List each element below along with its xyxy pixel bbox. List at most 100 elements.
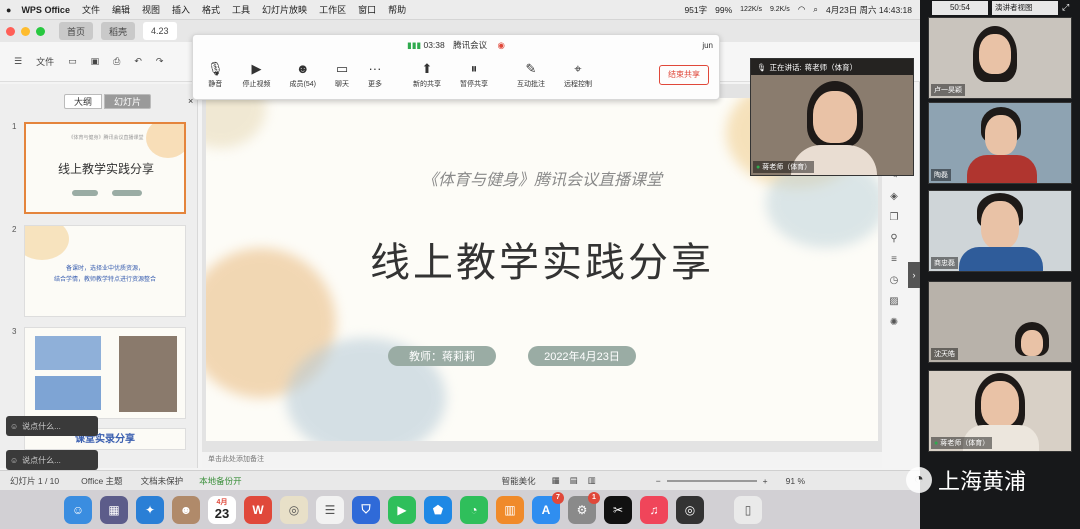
menu-help[interactable]: 帮助 (388, 3, 406, 16)
open-icon[interactable]: ▭ (68, 56, 77, 67)
slide-thumb-2[interactable]: 备课时，选择业中优质资源， 结合学情，教师教学特点进行资源整合 (24, 225, 186, 317)
tab-file[interactable]: 4.23 (143, 22, 177, 40)
sliders-icon[interactable]: ≡ (891, 254, 897, 265)
settings-icon[interactable]: ✺ (890, 317, 898, 328)
slide-thumb-3[interactable] (24, 327, 186, 419)
end-share-button[interactable]: 结束共享 (659, 65, 709, 85)
books-icon[interactable]: ▥ (496, 495, 524, 524)
pause-share-label: 暂停共享 (459, 81, 488, 88)
capcut-icon[interactable]: ✂ (604, 495, 632, 524)
menu-window[interactable]: 窗口 (358, 3, 376, 16)
tencent-meeting-icon[interactable]: ⬟ (424, 495, 452, 524)
menu-tools[interactable]: 工具 (232, 3, 250, 16)
chat-input-2[interactable]: ☺ 说点什么... (6, 450, 98, 470)
menu-file[interactable]: 文件 (82, 3, 100, 16)
layers-icon[interactable]: ❐ (890, 212, 899, 223)
pin-icon[interactable]: ⚲ (890, 233, 897, 244)
annotate-button[interactable]: ✎ 互动批注 (517, 61, 545, 89)
music-icon[interactable]: ♫ (640, 495, 668, 524)
calendar-icon[interactable]: 4月 23 (208, 495, 236, 524)
beautify-button[interactable]: 智能美化 (502, 475, 536, 487)
new-share-button[interactable]: ⬆ 新的共享 (413, 61, 441, 89)
apple-icon[interactable]: ● (6, 5, 11, 15)
history-icon[interactable]: ◷ (890, 275, 899, 286)
menu-format[interactable]: 格式 (202, 3, 220, 16)
members-button[interactable]: ☻ 成员(54) (290, 61, 316, 89)
settings-icon[interactable]: ⚙ 1 (568, 491, 600, 524)
quicktime-icon[interactable]: ◎ (676, 495, 704, 524)
notes-icon[interactable]: ◎ (280, 495, 308, 524)
close-window-icon[interactable] (6, 26, 15, 36)
tab-docer[interactable]: 稻壳 (101, 22, 136, 40)
zoom-in-icon[interactable]: + (763, 476, 768, 486)
app-name[interactable]: WPS Office (21, 5, 70, 15)
presenter-time: 50:54 (932, 1, 988, 15)
participant-tile[interactable]: 商忠磊 (928, 190, 1072, 272)
participant-tile[interactable]: 陶磊 (928, 102, 1072, 184)
print-icon[interactable]: ⎙ (113, 56, 120, 67)
tab-home[interactable]: 首页 (59, 22, 94, 40)
tab-slides[interactable]: 幻灯片 (104, 94, 152, 109)
zoom-window-icon[interactable] (36, 26, 45, 36)
chat-button[interactable]: ▭ 聊天 (335, 61, 349, 89)
notes-area[interactable]: 单击此处添加备注 (202, 452, 882, 468)
reminders-icon[interactable]: ☰ (316, 495, 344, 524)
collapse-icon[interactable]: › (908, 262, 920, 288)
hamburger-icon[interactable]: ☰ (14, 56, 22, 67)
security-icon[interactable]: ⛉ (352, 495, 380, 524)
participant-name-tag: 陶磊 (931, 169, 951, 181)
members-label: 成员(54) (289, 81, 316, 88)
pause-share-button[interactable]: ⏸ 暂停共享 (460, 61, 488, 89)
participant-tile[interactable]: 沈天皓 (928, 281, 1072, 363)
minimize-window-icon[interactable] (21, 26, 30, 36)
normal-view-icon[interactable]: ▦ (552, 475, 560, 486)
tab-outline[interactable]: 大纲 (64, 94, 103, 109)
safari-icon[interactable]: ✦ (136, 495, 164, 524)
mic-icon: ● (756, 163, 761, 171)
participant-name: 沈天皓 (934, 351, 955, 358)
slide-thumb-1[interactable]: 《体育与健身》腾讯会议直播课堂 线上教学实践分享 (24, 122, 186, 214)
speaker-video[interactable]: 🎙 正在讲话: 蒋老师（体育） ● 蒋老师（体育） (750, 58, 914, 176)
finder-icon[interactable]: ☺ (64, 495, 92, 524)
save-icon[interactable]: ▣ (91, 56, 100, 67)
app-store-icon[interactable]: A7 (532, 491, 564, 524)
menu-insert[interactable]: 插入 (172, 3, 190, 16)
wps-icon[interactable]: W (244, 495, 272, 524)
zoom-out-icon[interactable]: − (656, 476, 661, 486)
facetime-icon[interactable]: ▶ (388, 495, 416, 524)
mac-menubar: ● WPS Office 文件 编辑 视图 插入 格式 工具 幻灯片放映 工作区… (0, 0, 920, 20)
menu-workspace[interactable]: 工作区 (319, 3, 346, 16)
stop-video-button[interactable]: ▶ 停止视频 (243, 61, 271, 89)
presenter-view-toggle[interactable]: 演讲者视图 (992, 1, 1058, 15)
redo-icon[interactable]: ↷ (156, 56, 164, 67)
image-icon[interactable]: ▨ (889, 296, 898, 307)
smiley-icon: ☺ (10, 421, 19, 431)
menu-edit[interactable]: 编辑 (112, 3, 130, 16)
file-menu[interactable]: 文件 (36, 55, 54, 68)
chat-input-1[interactable]: ☺ 说点什么... (6, 416, 98, 436)
zoom-slider[interactable] (666, 479, 757, 482)
wifi-icon[interactable]: ◠ (798, 4, 805, 15)
mute-label: 静音 (208, 81, 223, 88)
backup-status[interactable]: 本地备份开 (199, 475, 242, 487)
thumb-pill-date (112, 190, 142, 196)
search-icon[interactable]: ⌕ (813, 4, 818, 15)
launchpad-icon[interactable]: ▦ (100, 495, 128, 524)
protect-status[interactable]: 文档未保护 (141, 475, 184, 487)
reading-view-icon[interactable]: ▥ (588, 475, 596, 486)
net-up: 122K/s (740, 6, 762, 13)
grid-view-icon[interactable]: ▤ (570, 475, 578, 486)
mute-button[interactable]: 🎙 静音 (207, 61, 224, 89)
undo-icon[interactable]: ↶ (134, 56, 142, 67)
shape-icon[interactable]: ◈ (890, 191, 898, 202)
contacts-icon[interactable]: ☻ (172, 495, 200, 524)
remote-control-button[interactable]: ⌖ 远程控制 (564, 61, 592, 89)
trash-icon[interactable]: ▯ (734, 495, 762, 524)
wechat-icon[interactable]: ◔ (460, 495, 488, 524)
participant-tile[interactable]: ● 蒋老师（体育） (928, 370, 1072, 452)
menu-slideshow[interactable]: 幻灯片放映 (262, 3, 307, 16)
more-button[interactable]: ··· 更多 (368, 61, 382, 89)
menu-view[interactable]: 视图 (142, 3, 160, 16)
participant-tile[interactable]: 卢一昊颖 (928, 17, 1072, 99)
fullscreen-icon[interactable]: ⤢ (1062, 2, 1069, 13)
